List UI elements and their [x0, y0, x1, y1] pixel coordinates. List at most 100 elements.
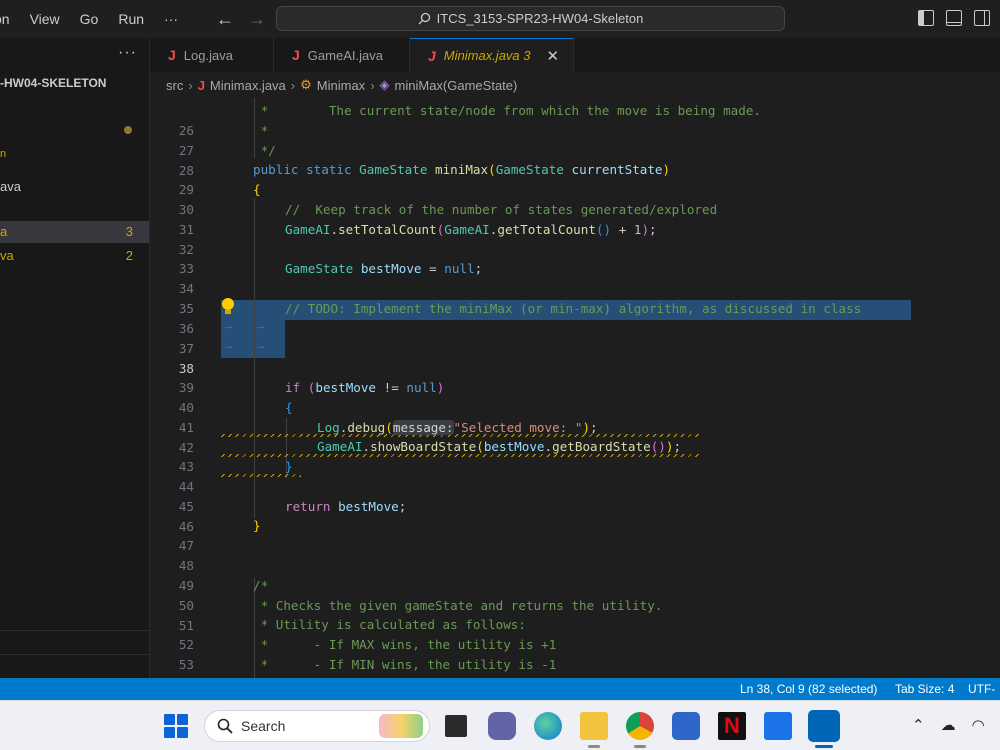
code-line: 27 * — [150, 121, 1000, 158]
edge-icon[interactable] — [534, 712, 562, 740]
explorer-item-selected[interactable]: a 3 — [0, 221, 149, 243]
code-text: // Keep track of the number of states ge… — [285, 202, 718, 217]
code-line: 47 } — [150, 516, 1000, 553]
code-line: 37 — [150, 319, 1000, 356]
vscode-icon[interactable] — [808, 710, 840, 742]
chevron-right-icon: › — [370, 77, 375, 93]
code-line: 30 { — [150, 180, 1000, 217]
chevron-up-icon[interactable]: ⌃ — [912, 716, 925, 734]
code-line: 33 — [150, 239, 1000, 276]
code-line: 49 — [150, 556, 1000, 593]
chevron-right-icon: › — [188, 77, 193, 93]
menu-selection[interactable]: on — [0, 0, 20, 38]
code-line: 53 * - If MAX wins, the utility is +1 — [150, 635, 1000, 672]
code-line: 26 * The current state/node from which t… — [150, 101, 1000, 138]
task-view-icon[interactable] — [442, 712, 470, 740]
java-file-icon: J — [168, 47, 176, 63]
command-center[interactable]: ITCS_3153-SPR23-HW04-Skeleton — [276, 6, 785, 31]
code-line: 36 // TODO: Implement the miniMax (or mi… — [150, 299, 1000, 336]
tab-label: Log.java — [183, 47, 233, 63]
class-icon: ⚙ — [300, 77, 312, 92]
sidebar-divider — [0, 630, 149, 631]
sidebar-more-button[interactable]: ··· — [118, 44, 137, 62]
tab-size-status[interactable]: Tab Size: 4 — [895, 678, 954, 700]
explorer-item[interactable]: va 2 — [0, 245, 149, 267]
file-explorer-icon[interactable] — [580, 712, 608, 740]
tab-minimax-java[interactable]: J Minimax.java 3 ✕ — [410, 38, 575, 72]
status-bar: Ln 38, Col 9 (82 selected) Tab Size: 4 U… — [0, 678, 1000, 718]
tab-label: Minimax.java 3 — [443, 48, 531, 63]
toggle-primary-sidebar-icon[interactable] — [918, 10, 934, 26]
code-text: * - If MIN wins, the utility is -1 — [253, 657, 557, 672]
explorer-item-label: a — [0, 224, 8, 239]
menu-view[interactable]: View — [20, 0, 70, 38]
code-text: The current state/node from which the mo… — [268, 103, 762, 118]
code-line: 51 * Checks the given gameState and retu… — [150, 596, 1000, 633]
toggle-panel-icon[interactable] — [946, 10, 962, 26]
microsoft-store-icon[interactable] — [672, 712, 700, 740]
tab-gameai-java[interactable]: J GameAI.java — [274, 38, 410, 72]
breadcrumb-src[interactable]: src — [166, 78, 183, 93]
editor-tab-bar: J Log.java J GameAI.java J Minimax.java … — [150, 38, 1000, 72]
code-text: */ — [253, 143, 276, 158]
breadcrumb-file[interactable]: Minimax.java — [210, 78, 286, 93]
taskbar-search[interactable]: Search — [204, 710, 430, 742]
menu-more-button[interactable]: ··· — [154, 0, 188, 38]
cursor-position-status[interactable]: Ln 38, Col 9 (82 selected) — [740, 678, 877, 700]
breadcrumb: src › J Minimax.java › ⚙ Minimax › ◈ min… — [150, 72, 1000, 98]
code-line: 50 /* — [150, 576, 1000, 613]
mail-icon[interactable] — [764, 712, 792, 740]
code-line: 45 — [150, 477, 1000, 514]
menu-go[interactable]: Go — [70, 0, 109, 38]
parameter-hint: message: — [392, 420, 454, 435]
code-text: // TODO: Implement the miniMax (or min-m… — [285, 301, 862, 316]
menu-run[interactable]: Run — [108, 0, 154, 38]
code-line: 46 return bestMove; — [150, 497, 1000, 534]
explorer-item[interactable]: n — [0, 143, 149, 165]
code-text: { — [285, 400, 293, 415]
explorer-item[interactable]: ava — [0, 176, 149, 198]
code-text: * — [253, 103, 269, 118]
search-icon — [217, 718, 233, 734]
java-file-icon: J — [428, 47, 436, 64]
method-icon: ◈ — [379, 77, 390, 92]
breadcrumb-method[interactable]: miniMax(GameState) — [395, 78, 518, 93]
code-line: 42 Log.debug(message:"Selected move: "); — [150, 418, 1000, 455]
toggle-secondary-sidebar-icon[interactable] — [974, 10, 990, 26]
netflix-icon[interactable]: N — [718, 712, 746, 740]
problem-count-badge: 3 — [125, 224, 133, 239]
code-line: 32 GameAI.setTotalCount(GameAI.getTotalC… — [150, 220, 1000, 257]
code-line: 39 — [150, 358, 1000, 395]
problem-count-badge: 2 — [125, 248, 133, 263]
tab-log-java[interactable]: J Log.java — [150, 38, 274, 72]
code-text: { — [253, 182, 261, 197]
chevron-right-icon: › — [290, 77, 296, 93]
chrome-icon[interactable] — [626, 712, 654, 740]
forward-arrow-icon[interactable]: → — [248, 9, 266, 30]
code-line: 34 GameState bestMove = null; — [150, 259, 1000, 296]
breadcrumb-class[interactable]: Minimax — [317, 78, 365, 93]
code-text: /* — [253, 578, 269, 593]
code-editor[interactable]: → → → → 26 * The current state/node from… — [150, 98, 1000, 678]
code-line: 54 * - If MIN wins, the utility is -1 — [150, 655, 1000, 678]
code-line: 35 — [150, 279, 1000, 316]
code-text: * Checks the given gameState and returns… — [253, 598, 663, 613]
code-line: 48 — [150, 536, 1000, 573]
layout-controls — [918, 10, 990, 26]
wifi-icon[interactable]: ◠ — [972, 716, 985, 734]
java-file-icon: J — [197, 77, 205, 93]
explorer-sidebar: ··· -HW04-SKELETON n ava a 3 va 2 — [0, 38, 150, 678]
explorer-item-label: va — [0, 248, 14, 263]
code-line: 29 public static GameState miniMax(GameS… — [150, 160, 1000, 197]
back-arrow-icon[interactable]: ← — [216, 9, 234, 30]
onedrive-icon[interactable]: ☁ — [941, 716, 956, 734]
active-app-indicator — [815, 745, 833, 748]
teams-icon[interactable] — [488, 712, 516, 740]
explorer-project-title[interactable]: -HW04-SKELETON — [0, 76, 106, 90]
code-line: 52 * Utility is calculated as follows: — [150, 615, 1000, 652]
close-tab-icon[interactable]: ✕ — [547, 47, 560, 65]
sidebar-divider — [0, 654, 149, 655]
explorer-item-label: n — [0, 148, 7, 160]
windows-start-icon[interactable] — [164, 714, 188, 738]
system-tray: ⌃ ☁ ◠ — [912, 716, 985, 734]
